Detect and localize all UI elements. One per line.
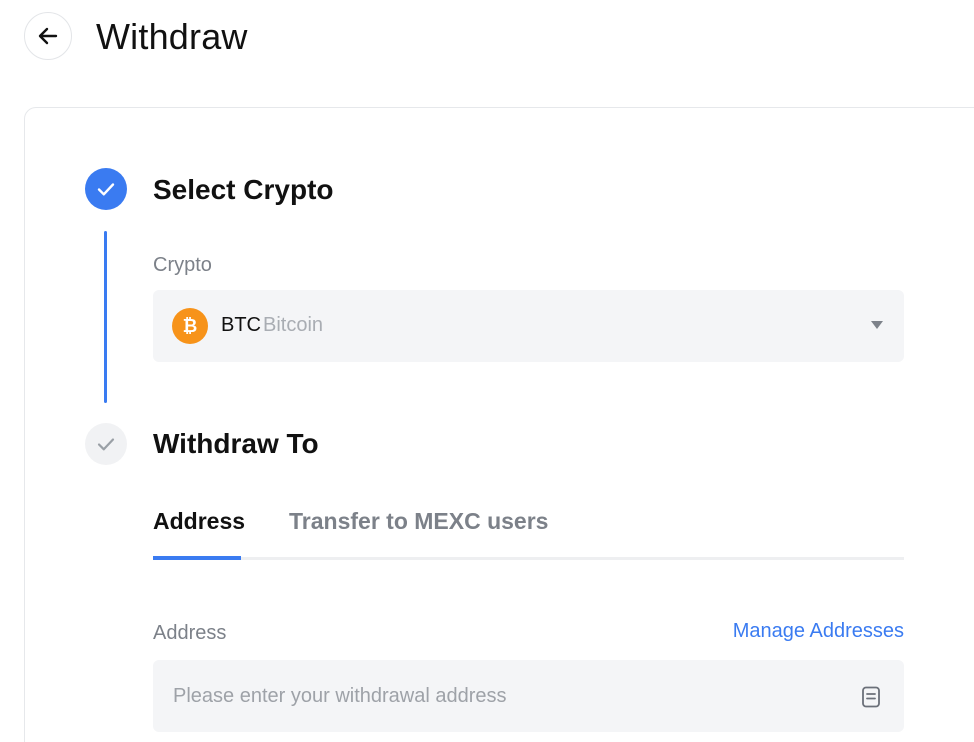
arrow-left-icon: [38, 27, 58, 45]
crypto-select[interactable]: ₿ BTC Bitcoin: [153, 290, 904, 362]
coin-name: Bitcoin: [263, 314, 324, 336]
address-input-container: [153, 660, 904, 732]
address-input[interactable]: [153, 660, 843, 732]
check-icon: [97, 183, 115, 196]
manage-addresses-link[interactable]: Manage Addresses: [733, 620, 904, 643]
address-book-icon[interactable]: [861, 686, 881, 708]
step-connector-line: [104, 231, 107, 403]
step-title-withdraw-to: Withdraw To: [153, 428, 319, 459]
step-title-select-crypto: Select Crypto: [153, 174, 334, 205]
check-icon: [97, 438, 115, 451]
bitcoin-icon: ₿: [172, 308, 208, 344]
crypto-field-label: Crypto: [153, 254, 212, 276]
page-title: Withdraw: [96, 16, 248, 57]
back-button[interactable]: [24, 12, 72, 60]
tab-transfer-to-mexc-users[interactable]: Transfer to MEXC users: [289, 506, 548, 536]
svg-text:₿: ₿: [183, 316, 198, 337]
active-tab-indicator: [153, 556, 241, 560]
step-pending-badge: [85, 423, 127, 465]
caret-down-icon: [871, 321, 883, 329]
withdraw-page: Withdraw Select Crypto Crypto ₿ BTC Bitc…: [0, 0, 974, 742]
address-field-label: Address: [153, 622, 227, 644]
coin-symbol: BTC: [221, 314, 261, 336]
tab-address[interactable]: Address: [153, 506, 245, 536]
withdraw-method-tabs: Address Transfer to MEXC users: [153, 500, 904, 560]
step-complete-badge: [85, 168, 127, 210]
